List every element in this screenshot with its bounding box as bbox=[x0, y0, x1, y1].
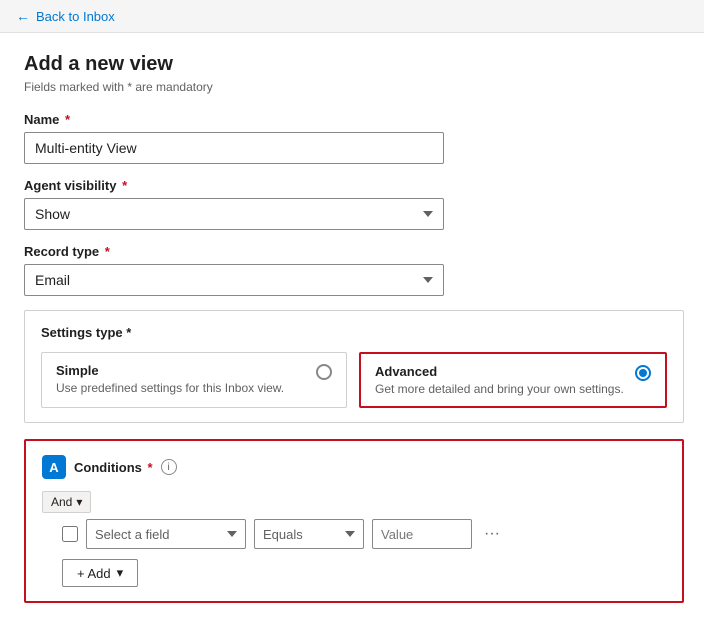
add-label: + Add bbox=[77, 566, 111, 581]
form-content: Add a new view Fields marked with * are … bbox=[0, 33, 704, 623]
simple-option-title: Simple bbox=[56, 363, 308, 378]
record-type-field-group: Record type * Email bbox=[24, 244, 680, 296]
conditions-header: A Conditions * i bbox=[42, 455, 666, 479]
simple-radio[interactable] bbox=[316, 364, 332, 380]
top-bar: ← Back to Inbox bbox=[0, 0, 704, 33]
value-input[interactable] bbox=[372, 519, 472, 549]
back-arrow-icon: ← bbox=[16, 8, 30, 24]
agent-visibility-select[interactable]: Show bbox=[24, 198, 444, 230]
equals-dropdown[interactable]: Equals bbox=[254, 519, 364, 549]
condition-row: Select a field Equals ··· bbox=[42, 519, 666, 549]
add-button[interactable]: + Add ▾ bbox=[62, 559, 138, 587]
record-type-select[interactable]: Email bbox=[24, 264, 444, 296]
name-input[interactable] bbox=[24, 132, 444, 164]
condition-checkbox[interactable] bbox=[62, 526, 78, 542]
advanced-radio[interactable] bbox=[635, 365, 651, 381]
advanced-option-desc: Get more detailed and bring your own set… bbox=[375, 382, 627, 396]
add-chevron-icon: ▾ bbox=[117, 565, 124, 581]
back-link-label: Back to Inbox bbox=[36, 9, 115, 24]
page-title: Add a new view bbox=[24, 53, 680, 76]
name-label: Name * bbox=[24, 112, 680, 127]
simple-option[interactable]: Simple Use predefined settings for this … bbox=[41, 352, 347, 408]
name-field-group: Name * bbox=[24, 112, 680, 164]
record-type-label: Record type * bbox=[24, 244, 680, 259]
advanced-option-title: Advanced bbox=[375, 364, 627, 379]
and-chevron-icon: ▾ bbox=[76, 495, 82, 509]
info-icon[interactable]: i bbox=[161, 459, 177, 475]
advanced-option-text: Advanced Get more detailed and bring you… bbox=[375, 364, 627, 396]
page-wrapper: ← Back to Inbox Add a new view Fields ma… bbox=[0, 0, 704, 623]
settings-type-box: Settings type * Simple Use predefined se… bbox=[24, 310, 684, 423]
simple-option-text: Simple Use predefined settings for this … bbox=[56, 363, 308, 395]
agent-visibility-field-group: Agent visibility * Show bbox=[24, 178, 680, 230]
conditions-box: A Conditions * i And ▾ Select a field bbox=[24, 439, 684, 603]
advanced-option[interactable]: Advanced Get more detailed and bring you… bbox=[359, 352, 667, 408]
settings-type-label: Settings type * bbox=[41, 325, 667, 340]
ellipsis-button[interactable]: ··· bbox=[480, 525, 504, 543]
agent-visibility-label: Agent visibility * bbox=[24, 178, 680, 193]
and-section: And ▾ bbox=[42, 491, 666, 519]
mandatory-note: Fields marked with * are mandatory bbox=[24, 80, 680, 94]
conditions-icon: A bbox=[42, 455, 66, 479]
select-field-dropdown[interactable]: Select a field bbox=[86, 519, 246, 549]
back-link[interactable]: ← Back to Inbox bbox=[16, 8, 688, 24]
conditions-title: Conditions * bbox=[74, 460, 153, 475]
and-button[interactable]: And ▾ bbox=[42, 491, 91, 513]
simple-option-desc: Use predefined settings for this Inbox v… bbox=[56, 381, 308, 395]
settings-options: Simple Use predefined settings for this … bbox=[41, 352, 667, 408]
